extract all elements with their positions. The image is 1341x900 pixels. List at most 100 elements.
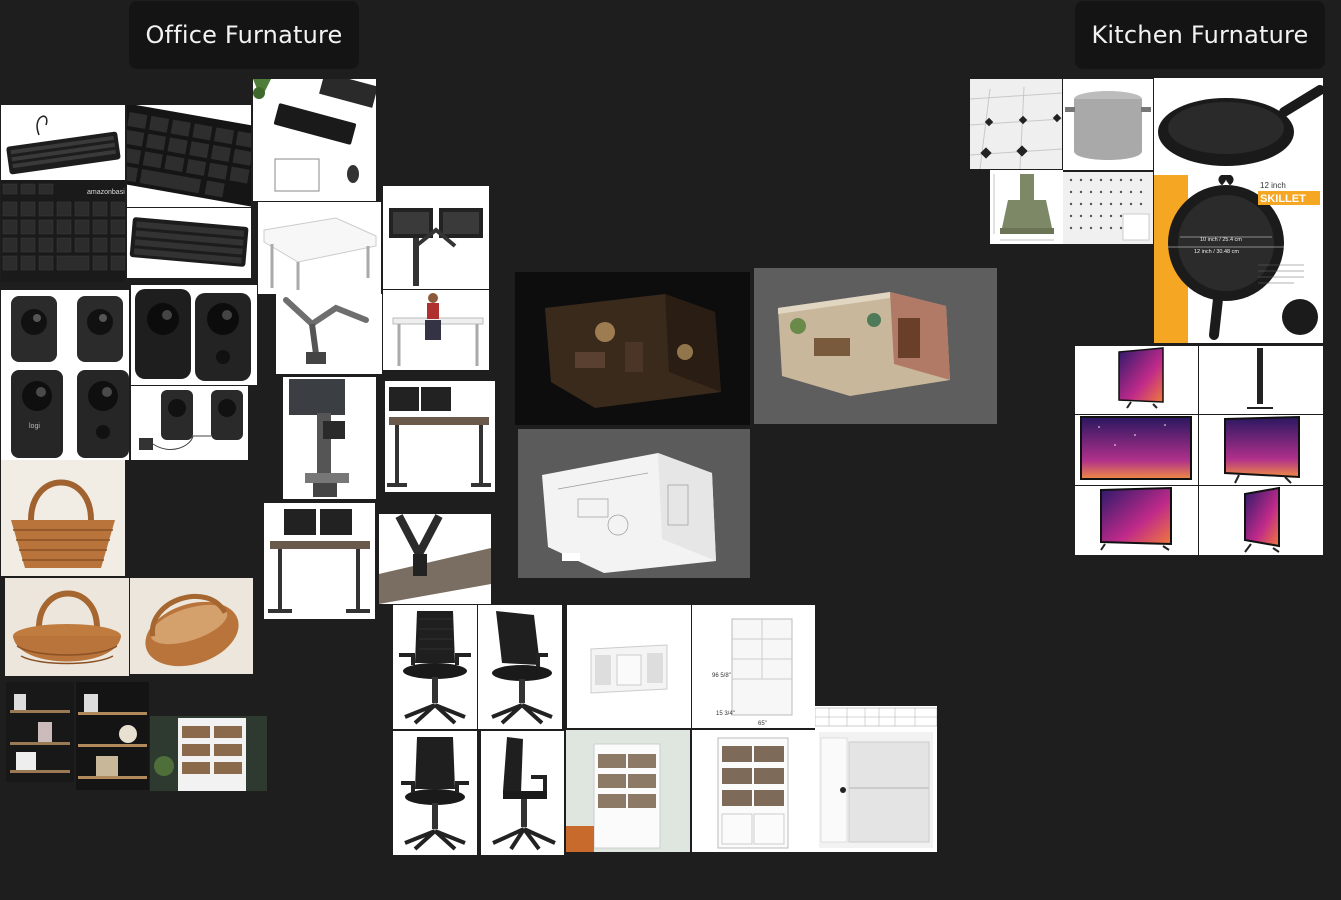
skillet-name: SKILLET xyxy=(1260,193,1306,205)
image-keyboard-closeup[interactable] xyxy=(127,105,251,207)
pot-icon xyxy=(1065,91,1151,160)
image-office-chair-1[interactable] xyxy=(393,605,477,729)
bookcase-icon: 96 5/8" 65" 15 3/4" xyxy=(712,618,793,727)
image-tv-wide-2[interactable] xyxy=(1075,486,1198,555)
image-office-chair-2[interactable] xyxy=(478,605,562,729)
image-keyboard-slim[interactable] xyxy=(127,208,251,278)
image-pegboard[interactable] xyxy=(1063,172,1153,244)
image-tv-angle-2[interactable] xyxy=(1199,486,1323,555)
image-keyboard-corded[interactable] xyxy=(1,105,125,181)
image-cast-iron-skillet[interactable] xyxy=(1154,78,1323,175)
skillet-dim-inner: 10 inch / 25.4 cm xyxy=(1200,237,1242,243)
image-office-chair-3[interactable] xyxy=(393,731,477,855)
room-render-icon xyxy=(542,453,716,573)
image-room-render-lit[interactable] xyxy=(754,268,997,424)
image-floor-tiles[interactable] xyxy=(970,79,1062,169)
image-hutch-dimensions[interactable]: 96 5/8" 65" 15 3/4" xyxy=(692,605,815,728)
pegboard-icon xyxy=(1063,172,1153,244)
desk-icon xyxy=(387,387,491,487)
monitor-arm-icon xyxy=(389,208,483,286)
image-cabinet-open[interactable] xyxy=(815,728,937,852)
image-tv-front[interactable] xyxy=(1075,346,1198,414)
shelf-icon xyxy=(78,694,147,779)
image-room-render-sketch[interactable] xyxy=(518,429,750,578)
chair-icon xyxy=(492,737,556,851)
chair-icon xyxy=(399,611,471,725)
image-tv-wide-1[interactable] xyxy=(1075,415,1198,485)
bookcase-icon xyxy=(154,718,246,791)
keyboard-icon xyxy=(127,105,251,207)
image-speakers-pair[interactable]: logi xyxy=(1,366,129,460)
image-corner-desk[interactable] xyxy=(258,202,381,294)
image-range-hood[interactable] xyxy=(990,170,1063,244)
image-stock-pot[interactable] xyxy=(1063,79,1153,170)
cabinet-icon xyxy=(819,732,933,848)
skillet-icon: 10 inch / 25.4 cm 12 inch / 30.48 cm 12 … xyxy=(1154,175,1320,343)
image-standing-desk-wood[interactable] xyxy=(264,503,375,619)
image-speakers-adapter[interactable] xyxy=(131,386,248,460)
image-office-chair-side[interactable] xyxy=(481,731,564,855)
keyboard-icon: amazonbasics xyxy=(2,183,125,271)
desk-icon xyxy=(263,217,377,290)
tv-icon xyxy=(1080,416,1192,480)
image-basket-oval[interactable] xyxy=(5,578,129,676)
monitor-arm-icon xyxy=(289,379,349,497)
keyboard-icon xyxy=(129,217,249,267)
image-bookcase-white[interactable] xyxy=(692,730,815,852)
monitor-arm-icon xyxy=(379,514,491,604)
speaker-icon: logi xyxy=(11,370,129,458)
keyboard-icon xyxy=(253,79,376,192)
room-render-icon xyxy=(778,292,950,396)
image-dual-monitor-arm[interactable] xyxy=(383,186,489,289)
shelf-icon xyxy=(10,694,70,773)
tv-icon xyxy=(1247,348,1273,409)
range-hood-icon xyxy=(993,174,1054,241)
desk-icon xyxy=(392,293,484,366)
tile-floor-icon xyxy=(970,79,1062,169)
image-wall-shelves[interactable] xyxy=(6,682,74,782)
monitor-arm-icon xyxy=(283,297,369,364)
image-skillet-spec[interactable]: 10 inch / 25.4 cm 12 inch / 30.48 cm 12 … xyxy=(1154,175,1323,343)
bookcase-icon xyxy=(566,743,661,852)
cabinet-icon xyxy=(590,644,668,694)
image-keyboard-desk[interactable] xyxy=(253,79,376,201)
image-bookcase-living[interactable] xyxy=(566,730,690,852)
group-label-office[interactable]: Office Furnature xyxy=(129,1,359,69)
image-bookcase-room[interactable] xyxy=(150,716,267,791)
image-monitor-clamp[interactable] xyxy=(283,377,376,499)
image-sideboard[interactable] xyxy=(567,605,691,728)
room-render-icon xyxy=(545,294,721,408)
tv-icon xyxy=(1244,486,1280,553)
speaker-icon xyxy=(135,289,251,381)
basket-icon xyxy=(145,593,239,667)
image-tv-side[interactable] xyxy=(1199,346,1323,414)
bookcase-icon xyxy=(717,737,789,849)
image-basket-handle[interactable] xyxy=(1,460,125,576)
image-speakers-front[interactable] xyxy=(1,290,129,368)
image-shelf-decor[interactable] xyxy=(76,682,149,790)
keyboard-icon xyxy=(6,115,121,175)
tv-icon xyxy=(1118,347,1164,409)
image-standing-desk-dual[interactable] xyxy=(385,381,495,492)
image-monitor-arm-silver[interactable] xyxy=(276,294,382,374)
tv-icon xyxy=(1100,486,1172,551)
image-room-render-dark[interactable] xyxy=(515,272,750,425)
brand-text: amazonbasics xyxy=(87,189,125,196)
image-cabinet-spec[interactable] xyxy=(815,706,937,728)
basket-icon xyxy=(11,479,115,568)
image-keyboard-numpad[interactable]: amazonbasics xyxy=(1,180,125,282)
image-speakers-angle[interactable] xyxy=(131,285,257,385)
dimension-height: 96 5/8" xyxy=(712,673,731,679)
image-monitor-arm-desk[interactable] xyxy=(379,514,491,604)
brand-text: logi xyxy=(29,423,40,430)
dimension-depth: 15 3/4" xyxy=(716,711,735,717)
speaker-icon xyxy=(139,390,243,450)
group-label-kitchen[interactable]: Kitchen Furnature xyxy=(1075,1,1325,69)
spec-table-icon xyxy=(815,707,937,727)
image-basket-tilted[interactable] xyxy=(130,578,253,674)
image-tv-angle[interactable] xyxy=(1199,415,1323,485)
speaker-icon xyxy=(11,296,123,362)
skillet-dim-outer: 12 inch / 30.48 cm xyxy=(1194,249,1239,255)
dimension-width: 65" xyxy=(758,721,767,727)
image-standing-desk-person[interactable] xyxy=(383,290,489,370)
